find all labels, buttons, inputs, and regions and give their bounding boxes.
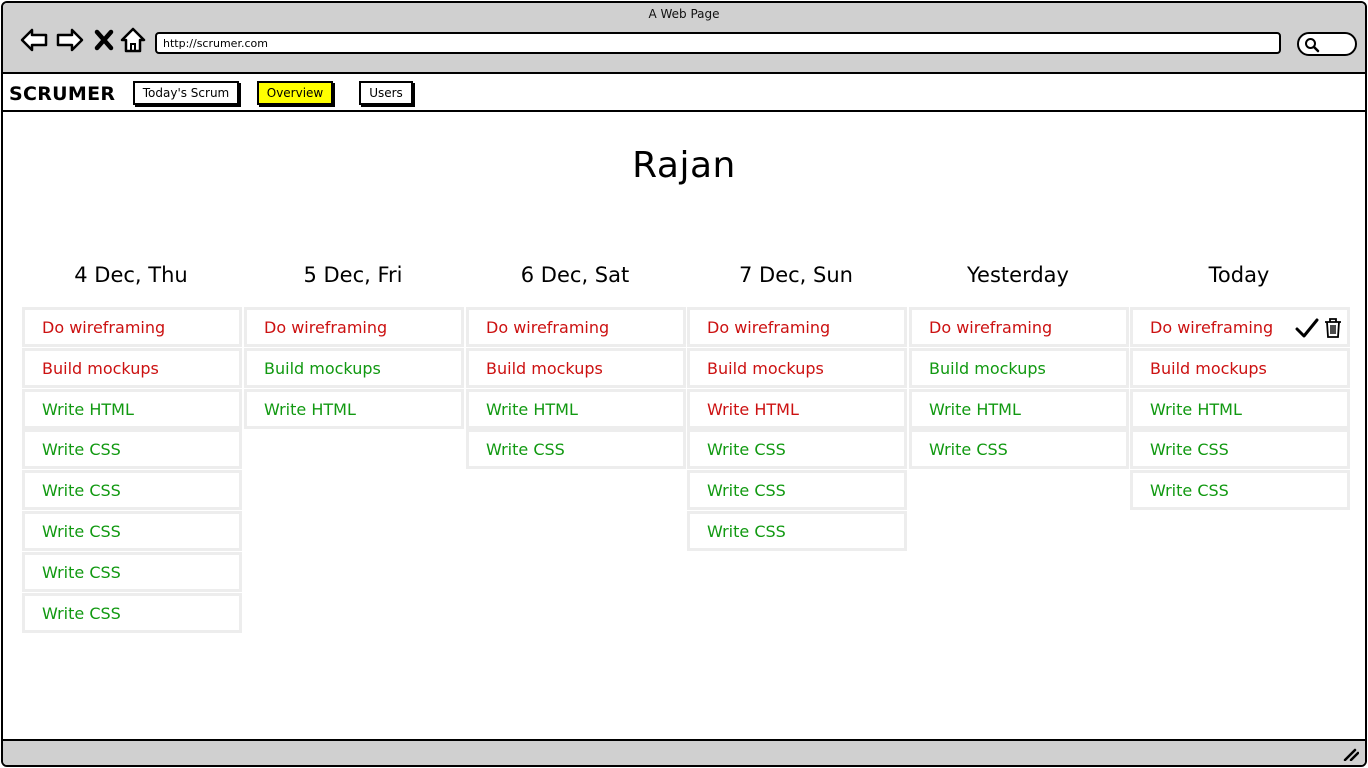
task-label: Build mockups	[42, 358, 159, 378]
app-navbar: SCRUMER Today's Scrum Overview Users	[3, 74, 1365, 112]
task-card[interactable]: Write CSS	[1130, 429, 1350, 469]
task-label: Write CSS	[42, 521, 121, 541]
browser-titlebar: A Web Page http://scrumer.com	[3, 3, 1365, 74]
task-label: Write CSS	[1150, 439, 1229, 459]
task-card[interactable]: Do wireframing	[22, 307, 242, 347]
task-card[interactable]: Write CSS	[687, 429, 907, 469]
column-heading: Yesterday	[967, 263, 1069, 287]
browser-search-input[interactable]	[1297, 32, 1357, 56]
task-card[interactable]: Write CSS	[466, 429, 686, 469]
task-card[interactable]: Write CSS	[1130, 470, 1350, 510]
task-label: Write CSS	[707, 521, 786, 541]
task-label: Build mockups	[486, 358, 603, 378]
task-label: Write HTML	[1150, 399, 1242, 419]
task-card[interactable]: Write HTML	[22, 389, 242, 429]
task-card[interactable]: Write CSS	[687, 470, 907, 510]
task-card[interactable]: Write CSS	[22, 552, 242, 592]
nav-tab-todays-scrum[interactable]: Today's Scrum	[133, 81, 239, 105]
task-card[interactable]: Write HTML	[466, 389, 686, 429]
task-card[interactable]: Write CSS	[909, 429, 1129, 469]
task-card[interactable]: Write HTML	[909, 389, 1129, 429]
task-label: Write HTML	[264, 399, 356, 419]
task-card[interactable]: Write HTML	[687, 389, 907, 429]
task-card[interactable]: Write CSS	[22, 429, 242, 469]
task-card[interactable]: Build mockups	[1130, 348, 1350, 388]
checkmark-icon[interactable]	[1295, 317, 1319, 339]
task-label: Do wireframing	[1150, 317, 1274, 337]
task-card[interactable]: Write HTML	[1130, 389, 1350, 429]
task-label: Write CSS	[42, 603, 121, 623]
task-label: Write CSS	[42, 562, 121, 582]
trash-icon[interactable]	[1323, 317, 1343, 339]
task-label: Write CSS	[1150, 480, 1229, 500]
task-card[interactable]: Build mockups	[466, 348, 686, 388]
column-heading: 7 Dec, Sun	[739, 263, 853, 287]
page-title: Rajan	[632, 145, 736, 186]
task-card[interactable]: Write HTML	[244, 389, 464, 429]
window-title: A Web Page	[648, 7, 720, 21]
task-label: Do wireframing	[486, 317, 610, 337]
task-card[interactable]: Do wireframing	[909, 307, 1129, 347]
column-heading: 4 Dec, Thu	[74, 263, 188, 287]
brand-logo: SCRUMER	[9, 83, 116, 105]
task-label: Write HTML	[42, 399, 134, 419]
task-card[interactable]: Do wireframing	[466, 307, 686, 347]
task-label: Build mockups	[1150, 358, 1267, 378]
task-card[interactable]: Write CSS	[22, 511, 242, 551]
task-label: Do wireframing	[707, 317, 831, 337]
task-card[interactable]: Build mockups	[244, 348, 464, 388]
column-heading: 5 Dec, Fri	[303, 263, 403, 287]
task-label: Do wireframing	[929, 317, 1053, 337]
task-label: Write HTML	[486, 399, 578, 419]
task-card[interactable]: Build mockups	[22, 348, 242, 388]
task-label: Write CSS	[42, 439, 121, 459]
task-label: Write HTML	[707, 399, 799, 419]
task-label: Write CSS	[707, 480, 786, 500]
task-card[interactable]: Do wireframing	[687, 307, 907, 347]
home-icon[interactable]	[116, 23, 150, 57]
task-label: Do wireframing	[42, 317, 166, 337]
task-label: Build mockups	[264, 358, 381, 378]
task-card[interactable]: Build mockups	[687, 348, 907, 388]
task-label: Build mockups	[707, 358, 824, 378]
task-label: Write CSS	[486, 439, 565, 459]
task-card[interactable]: Write CSS	[22, 470, 242, 510]
forward-arrow-icon[interactable]	[53, 23, 87, 57]
task-card[interactable]: Write CSS	[22, 593, 242, 633]
url-input[interactable]: http://scrumer.com	[155, 32, 1281, 54]
browser-window: A Web Page http://scrumer.com SCRUMER To…	[1, 1, 1367, 767]
task-label: Write CSS	[707, 439, 786, 459]
column-heading: 6 Dec, Sat	[520, 263, 630, 287]
search-icon	[1305, 38, 1320, 53]
task-label: Write CSS	[929, 439, 1008, 459]
task-label: Write HTML	[929, 399, 1021, 419]
column-heading: Today	[1208, 263, 1270, 287]
back-arrow-icon[interactable]	[17, 23, 51, 57]
task-card[interactable]: Write CSS	[687, 511, 907, 551]
task-card[interactable]: Do wireframing	[1130, 307, 1350, 347]
task-actions	[1295, 317, 1343, 339]
nav-tab-users[interactable]: Users	[359, 81, 413, 105]
task-label: Build mockups	[929, 358, 1046, 378]
browser-statusbar	[3, 739, 1365, 765]
nav-tab-overview[interactable]: Overview	[257, 81, 333, 105]
resize-grip-icon[interactable]	[1343, 747, 1359, 761]
task-card[interactable]: Do wireframing	[244, 307, 464, 347]
task-card[interactable]: Build mockups	[909, 348, 1129, 388]
task-label: Write CSS	[42, 480, 121, 500]
task-label: Do wireframing	[264, 317, 388, 337]
